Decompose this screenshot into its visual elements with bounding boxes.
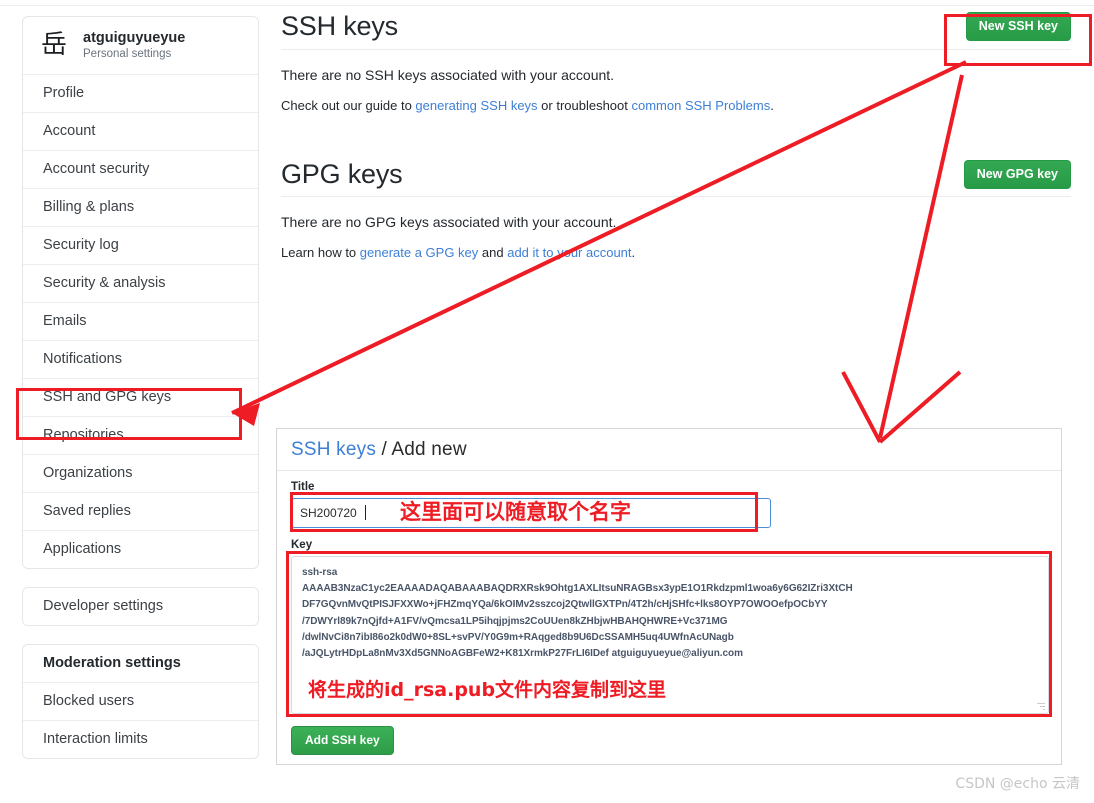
sidebar-item-repositories[interactable]: Repositories (23, 417, 258, 455)
resize-grip-icon[interactable] (1037, 702, 1045, 710)
add-ssh-key-button[interactable]: Add SSH key (291, 726, 394, 755)
gpg-keys-body: There are no GPG keys associated with yo… (281, 197, 1071, 260)
ssh-keys-body: There are no SSH keys associated with yo… (281, 50, 1071, 113)
page-root: 岳 atguiguyueyue Personal settings Profil… (0, 0, 1094, 803)
ssh-help-prefix: Check out our guide to (281, 97, 416, 113)
ssh-help-suffix: . (770, 97, 774, 113)
sidebar-item-organizations[interactable]: Organizations (23, 455, 258, 493)
key-field-label: Key (291, 539, 313, 551)
add-new-breadcrumb: SSH keys / Add new (277, 429, 1061, 471)
gpg-help-prefix: Learn how to (281, 245, 360, 261)
watermark: CSDN @echo 云清 (955, 776, 1080, 792)
new-gpg-key-button[interactable]: New GPG key (963, 159, 1071, 190)
ssh-keys-header: SSH keys New SSH key (281, 11, 1071, 50)
add-new-form: Title Key ssh-rsa AAAAB3NzaC1yc2EAAAADAQ… (277, 471, 1061, 714)
main-content: SSH keys New SSH key There are no SSH ke… (281, 11, 1071, 260)
gpg-keys-block: GPG keys New GPG key There are no GPG ke… (281, 158, 1071, 260)
gpg-keys-help-text: Learn how to generate a GPG key and add … (281, 245, 1071, 260)
gpg-keys-header: GPG keys New GPG key (281, 158, 1071, 198)
generate-gpg-key-link[interactable]: generate a GPG key (360, 245, 479, 260)
breadcrumb-current: Add new (391, 439, 467, 460)
add-new-actions: Add SSH key (277, 714, 1061, 755)
ssh-keys-empty-text: There are no SSH keys associated with yo… (281, 66, 615, 83)
new-ssh-key-button[interactable]: New SSH key (965, 12, 1071, 42)
sidebar-username: atguiguyueyue (83, 29, 186, 46)
settings-sidebar: 岳 atguiguyueyue Personal settings Profil… (22, 16, 259, 777)
sidebar-subtitle: Personal settings (83, 47, 172, 60)
gpg-keys-title: GPG keys (281, 158, 403, 189)
sidebar-item-account-security[interactable]: Account security (23, 151, 258, 189)
breadcrumb-separator: / (376, 439, 392, 460)
ssh-keys-help-text: Check out our guide to generating SSH ke… (281, 98, 1071, 113)
sidebar-item-security-log[interactable]: Security log (23, 227, 258, 265)
sidebar-item-developer-settings[interactable]: Developer settings (23, 588, 258, 625)
sidebar-item-interaction-limits[interactable]: Interaction limits (23, 721, 258, 758)
breadcrumb-ssh-keys-link[interactable]: SSH keys (291, 439, 376, 460)
gpg-keys-empty-text: There are no GPG keys associated with yo… (281, 214, 617, 231)
gpg-help-suffix: . (631, 245, 636, 261)
sidebar-item-emails[interactable]: Emails (23, 303, 258, 341)
sidebar-moderation-card: Moderation settings Blocked users Intera… (22, 644, 259, 759)
title-field-label: Title (291, 481, 315, 493)
common-ssh-problems-link[interactable]: common SSH Problems (632, 98, 771, 113)
title-input[interactable] (291, 498, 771, 528)
sidebar-item-moderation-settings[interactable]: Moderation settings (23, 645, 258, 683)
ssh-keys-title: SSH keys (281, 11, 398, 41)
sidebar-item-security-analysis[interactable]: Security & analysis (23, 265, 258, 303)
sidebar-item-saved-replies[interactable]: Saved replies (23, 493, 258, 531)
add-new-ssh-key-panel: SSH keys / Add new Title Key ssh-rsa AAA… (276, 428, 1062, 765)
sidebar-account-header[interactable]: 岳 atguiguyueyue Personal settings (23, 17, 258, 75)
top-divider (0, 0, 1094, 6)
avatar: 岳 (40, 30, 67, 60)
sidebar-primary-card: 岳 atguiguyueyue Personal settings Profil… (22, 16, 259, 569)
generating-ssh-keys-link[interactable]: generating SSH keys (415, 98, 537, 113)
sidebar-item-profile[interactable]: Profile (23, 75, 258, 113)
sidebar-item-applications[interactable]: Applications (23, 531, 258, 568)
sidebar-item-billing-plans[interactable]: Billing & plans (23, 189, 258, 227)
sidebar-developer-card: Developer settings (22, 587, 259, 626)
ssh-keys-block: SSH keys New SSH key There are no SSH ke… (281, 11, 1071, 113)
sidebar-item-account[interactable]: Account (23, 113, 258, 151)
ssh-help-middle: or troubleshoot (537, 97, 632, 113)
sidebar-item-ssh-and-gpg-keys[interactable]: SSH and GPG keys (23, 379, 258, 417)
gpg-help-middle: and (478, 245, 508, 261)
sidebar-item-notifications[interactable]: Notifications (23, 341, 258, 379)
add-gpg-key-to-account-link[interactable]: add it to your account (507, 245, 631, 260)
key-textarea[interactable]: ssh-rsa AAAAB3NzaC1yc2EAAAADAQABAAABAQDR… (291, 556, 1049, 714)
sidebar-item-blocked-users[interactable]: Blocked users (23, 683, 258, 721)
text-caret (365, 505, 366, 520)
key-textarea-value: ssh-rsa AAAAB3NzaC1yc2EAAAADAQABAAABAQDR… (302, 567, 853, 659)
